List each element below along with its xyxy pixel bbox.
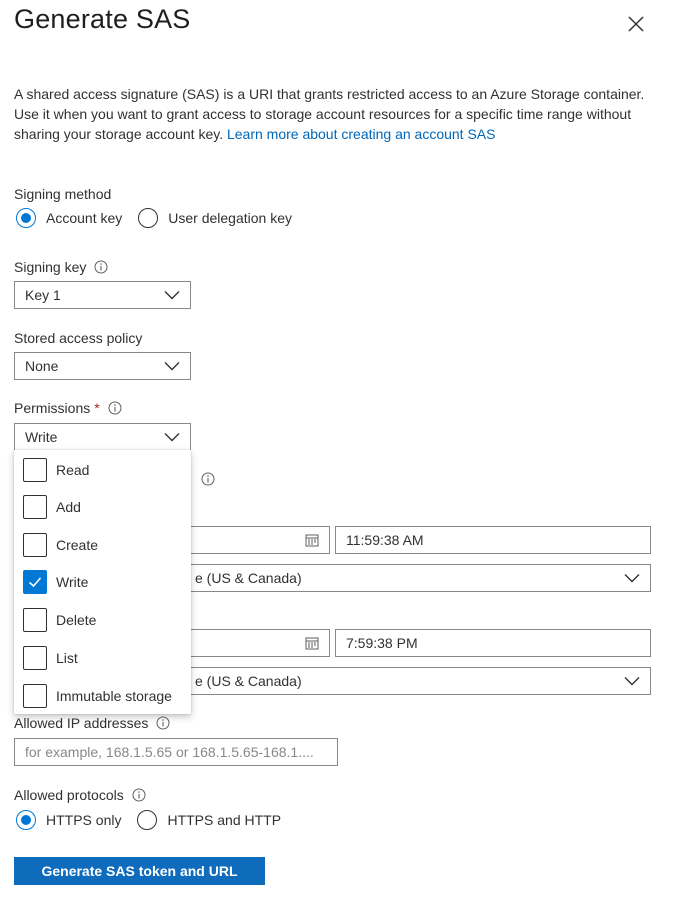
calendar-icon[interactable] — [305, 636, 319, 650]
learn-more-link[interactable]: Learn more about creating an account SAS — [227, 126, 496, 142]
chevron-down-icon — [624, 677, 640, 686]
permission-label: Create — [56, 537, 99, 553]
https-and-http-label[interactable]: HTTPS and HTTP — [167, 812, 281, 828]
calendar-icon[interactable] — [305, 533, 319, 547]
expiry-time-input[interactable]: 7:59:38 PM — [335, 629, 651, 657]
permission-option-add[interactable]: Add — [23, 495, 81, 519]
permission-option-immutable-storage[interactable]: Immutable storage — [23, 684, 172, 708]
permission-label: List — [56, 650, 78, 666]
allowed-protocols-label-text: Allowed protocols — [14, 787, 124, 803]
add-checkbox[interactable] — [23, 495, 47, 519]
permission-option-write[interactable]: Write — [23, 570, 88, 594]
account-key-label[interactable]: Account key — [46, 210, 122, 226]
permission-label: Read — [56, 462, 90, 478]
allowed-protocols-group: HTTPS only HTTPS and HTTP — [16, 808, 297, 832]
info-icon[interactable] — [108, 401, 122, 415]
expiry-timezone-value: e (US & Canada) — [195, 673, 302, 689]
info-icon[interactable] — [94, 260, 108, 274]
stored-access-policy-label: Stored access policy — [14, 328, 142, 348]
stored-access-policy-value: None — [25, 358, 59, 374]
chevron-down-icon — [164, 362, 180, 371]
https-only-label[interactable]: HTTPS only — [46, 812, 121, 828]
required-marker: * — [94, 400, 100, 416]
signing-method-group: Account key User delegation key — [16, 206, 308, 230]
permission-option-delete[interactable]: Delete — [23, 608, 96, 632]
allowed-protocols-label: Allowed protocols — [14, 785, 146, 805]
permission-option-list[interactable]: List — [23, 646, 78, 670]
permission-label: Write — [56, 574, 89, 590]
https-and-http-radio[interactable] — [137, 810, 158, 830]
permissions-dropdown: Read Add Create Write Delete List Immuta… — [14, 450, 191, 714]
signing-key-label: Signing key — [14, 257, 108, 277]
close-icon[interactable] — [624, 12, 648, 36]
panel-title: Generate SAS — [14, 4, 191, 34]
permission-option-create[interactable]: Create — [23, 533, 98, 557]
allowed-ip-label-text: Allowed IP addresses — [14, 715, 149, 731]
info-icon[interactable] — [201, 472, 215, 486]
permission-label: Delete — [56, 612, 97, 628]
read-checkbox[interactable] — [23, 458, 47, 482]
signing-key-label-text: Signing key — [14, 259, 87, 275]
signing-key-value: Key 1 — [25, 287, 61, 303]
write-checkbox[interactable] — [23, 570, 47, 594]
chevron-up-icon — [164, 433, 180, 442]
https-only-radio[interactable] — [16, 810, 36, 830]
user-delegation-key-radio[interactable] — [138, 208, 159, 228]
immutable-storage-checkbox[interactable] — [23, 684, 47, 708]
chevron-down-icon — [624, 574, 640, 583]
delete-checkbox[interactable] — [23, 608, 47, 632]
chevron-down-icon — [164, 291, 180, 300]
panel-description: A shared access signature (SAS) is a URI… — [14, 84, 654, 144]
checkmark-icon — [28, 577, 42, 588]
start-time-value: 11:59:38 AM — [346, 532, 424, 548]
permissions-label-text: Permissions — [14, 400, 91, 416]
account-key-radio[interactable] — [16, 208, 36, 228]
start-time-input[interactable]: 11:59:38 AM — [335, 526, 651, 554]
permission-label: Add — [56, 499, 81, 515]
permissions-value: Write — [25, 429, 58, 445]
start-timezone-value: e (US & Canada) — [195, 570, 302, 586]
stored-access-policy-label-text: Stored access policy — [14, 330, 143, 346]
stored-access-policy-select[interactable]: None — [14, 352, 191, 380]
signing-method-label-text: Signing method — [14, 186, 112, 202]
generate-sas-button[interactable]: Generate SAS token and URL — [14, 857, 265, 885]
allowed-ip-placeholder: for example, 168.1.5.65 or 168.1.5.65-16… — [25, 744, 314, 760]
list-checkbox[interactable] — [23, 646, 47, 670]
allowed-ip-label: Allowed IP addresses — [14, 713, 170, 733]
user-delegation-key-label[interactable]: User delegation key — [168, 210, 292, 226]
signing-method-label: Signing method — [14, 184, 111, 204]
create-checkbox[interactable] — [23, 533, 47, 557]
info-icon[interactable] — [156, 716, 170, 730]
permission-label: Immutable storage — [56, 688, 172, 704]
permission-option-read[interactable]: Read — [23, 458, 89, 482]
info-icon[interactable] — [132, 788, 146, 802]
allowed-ip-input[interactable]: for example, 168.1.5.65 or 168.1.5.65-16… — [14, 738, 338, 766]
permissions-select[interactable]: Write — [14, 423, 191, 451]
signing-key-select[interactable]: Key 1 — [14, 281, 191, 309]
permissions-label: Permissions * — [14, 398, 122, 418]
expiry-time-value: 7:59:38 PM — [346, 635, 418, 651]
